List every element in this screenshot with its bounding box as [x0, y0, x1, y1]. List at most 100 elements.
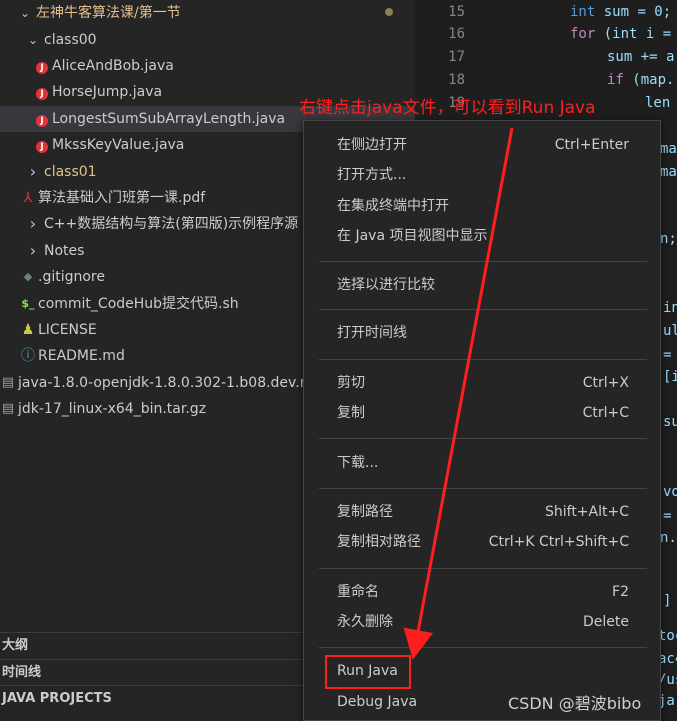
- menu-item-label: 在集成终端中打开: [337, 198, 449, 214]
- code-keyword: int: [570, 4, 596, 20]
- tree-folder[interactable]: ⌄ 左神牛客算法课/第一节: [0, 0, 415, 26]
- menu-item-label: 复制相对路径: [337, 534, 421, 550]
- code-keyword: if: [607, 72, 624, 88]
- tree-item-label: LICENSE: [38, 322, 97, 338]
- menu-item-shortcut: Ctrl+X: [582, 375, 629, 391]
- menu-item[interactable]: 复制相对路径 Ctrl+K Ctrl+Shift+C: [319, 527, 647, 557]
- code-fragment: in: [663, 300, 677, 316]
- tree-item-label: jdk-17_linux-x64_bin.tar.gz: [18, 401, 207, 417]
- chevron-down-icon[interactable]: ⌄: [18, 0, 32, 26]
- code-fragment: map.: [660, 164, 677, 180]
- archive-icon: ▤: [1, 401, 15, 416]
- menu-item[interactable]: 下载...: [319, 448, 647, 478]
- tree-item-label: MkssKeyValue.java: [52, 137, 185, 153]
- menu-item[interactable]: 在侧边打开 Ctrl+Enter: [319, 130, 647, 160]
- code-line: for (int i =: [570, 26, 677, 42]
- tree-item-label: HorseJump.java: [52, 84, 163, 100]
- menu-item[interactable]: 剪切 Ctrl+X: [319, 368, 647, 398]
- tree-item-label: class01: [44, 164, 97, 180]
- gitignore-icon: ◆: [23, 270, 33, 283]
- menu-item-label: 复制路径: [337, 504, 393, 520]
- menu-item-label: 复制: [337, 405, 365, 421]
- java-file-icon: J: [34, 132, 50, 158]
- code-text: len: [645, 95, 671, 111]
- menu-item-label: 在 Java 项目视图中显示: [337, 228, 488, 244]
- tree-folder[interactable]: ⌄ class00: [0, 27, 415, 53]
- tree-item-label: Notes: [44, 243, 85, 259]
- license-icon: ♟: [21, 322, 35, 338]
- line-number: 15: [448, 4, 465, 20]
- code-fragment: ]: [663, 593, 672, 609]
- code-fragment: map: [660, 141, 677, 157]
- menu-item[interactable]: 复制路径 Shift+Alt+C: [319, 497, 647, 527]
- menu-item-label: 重命名: [337, 584, 379, 600]
- code-line: if (map.: [607, 72, 674, 88]
- tree-item-label: C++数据结构与算法(第四版)示例程序源: [44, 216, 299, 232]
- code-text: sum = 0;: [595, 4, 672, 20]
- code-text: (map.: [623, 72, 675, 88]
- menu-separator: [319, 568, 647, 569]
- menu-item-java[interactable]: 在 Java 项目视图中显示: [319, 221, 647, 251]
- chevron-right-icon[interactable]: ›: [26, 159, 40, 185]
- shell-icon: $_: [21, 297, 35, 310]
- pdf-icon: ⅄: [23, 190, 33, 206]
- code-fragment: [i: [663, 369, 677, 385]
- java-file-icon: J: [34, 106, 50, 132]
- code-fragment: ult: [663, 323, 677, 339]
- menu-item-label: 在侧边打开: [337, 137, 407, 153]
- menu-item-shortcut: Shift+Alt+C: [544, 504, 629, 520]
- tree-item-label: class00: [44, 32, 97, 48]
- menu-item-label: 下载...: [337, 455, 379, 471]
- code-text: sum += a: [607, 49, 675, 65]
- modified-dot-icon: [385, 8, 393, 16]
- menu-item-label: 打开时间线: [337, 325, 407, 341]
- info-icon: ⓘ: [21, 348, 35, 364]
- menu-item-shortcut: Ctrl+C: [582, 405, 629, 421]
- menu-item-label: 剪切: [337, 375, 365, 391]
- menu-item[interactable]: 打开方式...: [319, 160, 647, 190]
- menu-item[interactable]: 打开时间线: [319, 318, 647, 348]
- code-fragment: n.c: [660, 530, 677, 546]
- chevron-right-icon[interactable]: ›: [26, 238, 40, 264]
- chevron-down-icon[interactable]: ⌄: [26, 27, 40, 53]
- code-fragment: =: [663, 347, 672, 363]
- menu-item[interactable]: 永久删除 Delete: [319, 607, 647, 637]
- code-line: sum += a: [607, 49, 674, 65]
- menu-item-shortcut: Ctrl+Enter: [554, 137, 629, 153]
- menu-item-shortcut: Delete: [583, 614, 629, 630]
- csdn-watermark: CSDN @碧波bibo: [508, 694, 642, 713]
- java-file-icon: J: [34, 53, 50, 79]
- menu-separator: [319, 647, 647, 648]
- tree-item-label: java-1.8.0-openjdk-1.8.0.302-1.b08.dev.r…: [18, 375, 323, 391]
- tree-item-label: LongestSumSubArrayLength.java: [52, 111, 286, 127]
- menu-item-label: 永久删除: [337, 614, 393, 630]
- menu-item-label: 打开方式...: [337, 167, 407, 183]
- menu-item[interactable]: 复制 Ctrl+C: [319, 398, 647, 428]
- menu-item-shortcut: F2: [612, 584, 629, 600]
- code-line: len: [645, 95, 670, 111]
- menu-separator: [319, 261, 647, 262]
- highlight-box: [325, 655, 411, 689]
- tree-item-label: 左神牛客算法课/第一节: [36, 5, 181, 21]
- context-menu: 在侧边打开 Ctrl+Enter 打开方式... 在集成终端中打开在 Java 项目视…: [303, 120, 661, 721]
- tree-item-label: .gitignore: [38, 269, 105, 285]
- menu-item-label: 选择以进行比较: [337, 277, 435, 293]
- code-line: int sum = 0;: [570, 4, 671, 20]
- annotation-text: 右键点击java文件，可以看到Run Java: [299, 98, 596, 118]
- menu-item-shortcut: Ctrl+K Ctrl+Shift+C: [488, 534, 629, 550]
- tree-item-label: 算法基础入门班第一课.pdf: [38, 190, 206, 206]
- menu-item[interactable]: 在集成终端中打开: [319, 191, 647, 221]
- code-fragment: vo: [663, 484, 677, 500]
- line-number: 16: [448, 26, 465, 42]
- menu-separator: [319, 438, 647, 439]
- menu-item[interactable]: 重命名 F2: [319, 577, 647, 607]
- menu-item[interactable]: 选择以进行比较: [319, 270, 647, 300]
- line-number: 18: [448, 72, 465, 88]
- chevron-right-icon[interactable]: ›: [26, 211, 40, 237]
- tree-item-label: README.md: [38, 348, 125, 364]
- code-fragment: =: [663, 508, 672, 524]
- code-text: (int i =: [595, 26, 677, 42]
- code-keyword: for: [570, 26, 596, 42]
- tree-file[interactable]: J AliceAndBob.java: [0, 53, 415, 79]
- archive-icon: ▤: [1, 375, 15, 390]
